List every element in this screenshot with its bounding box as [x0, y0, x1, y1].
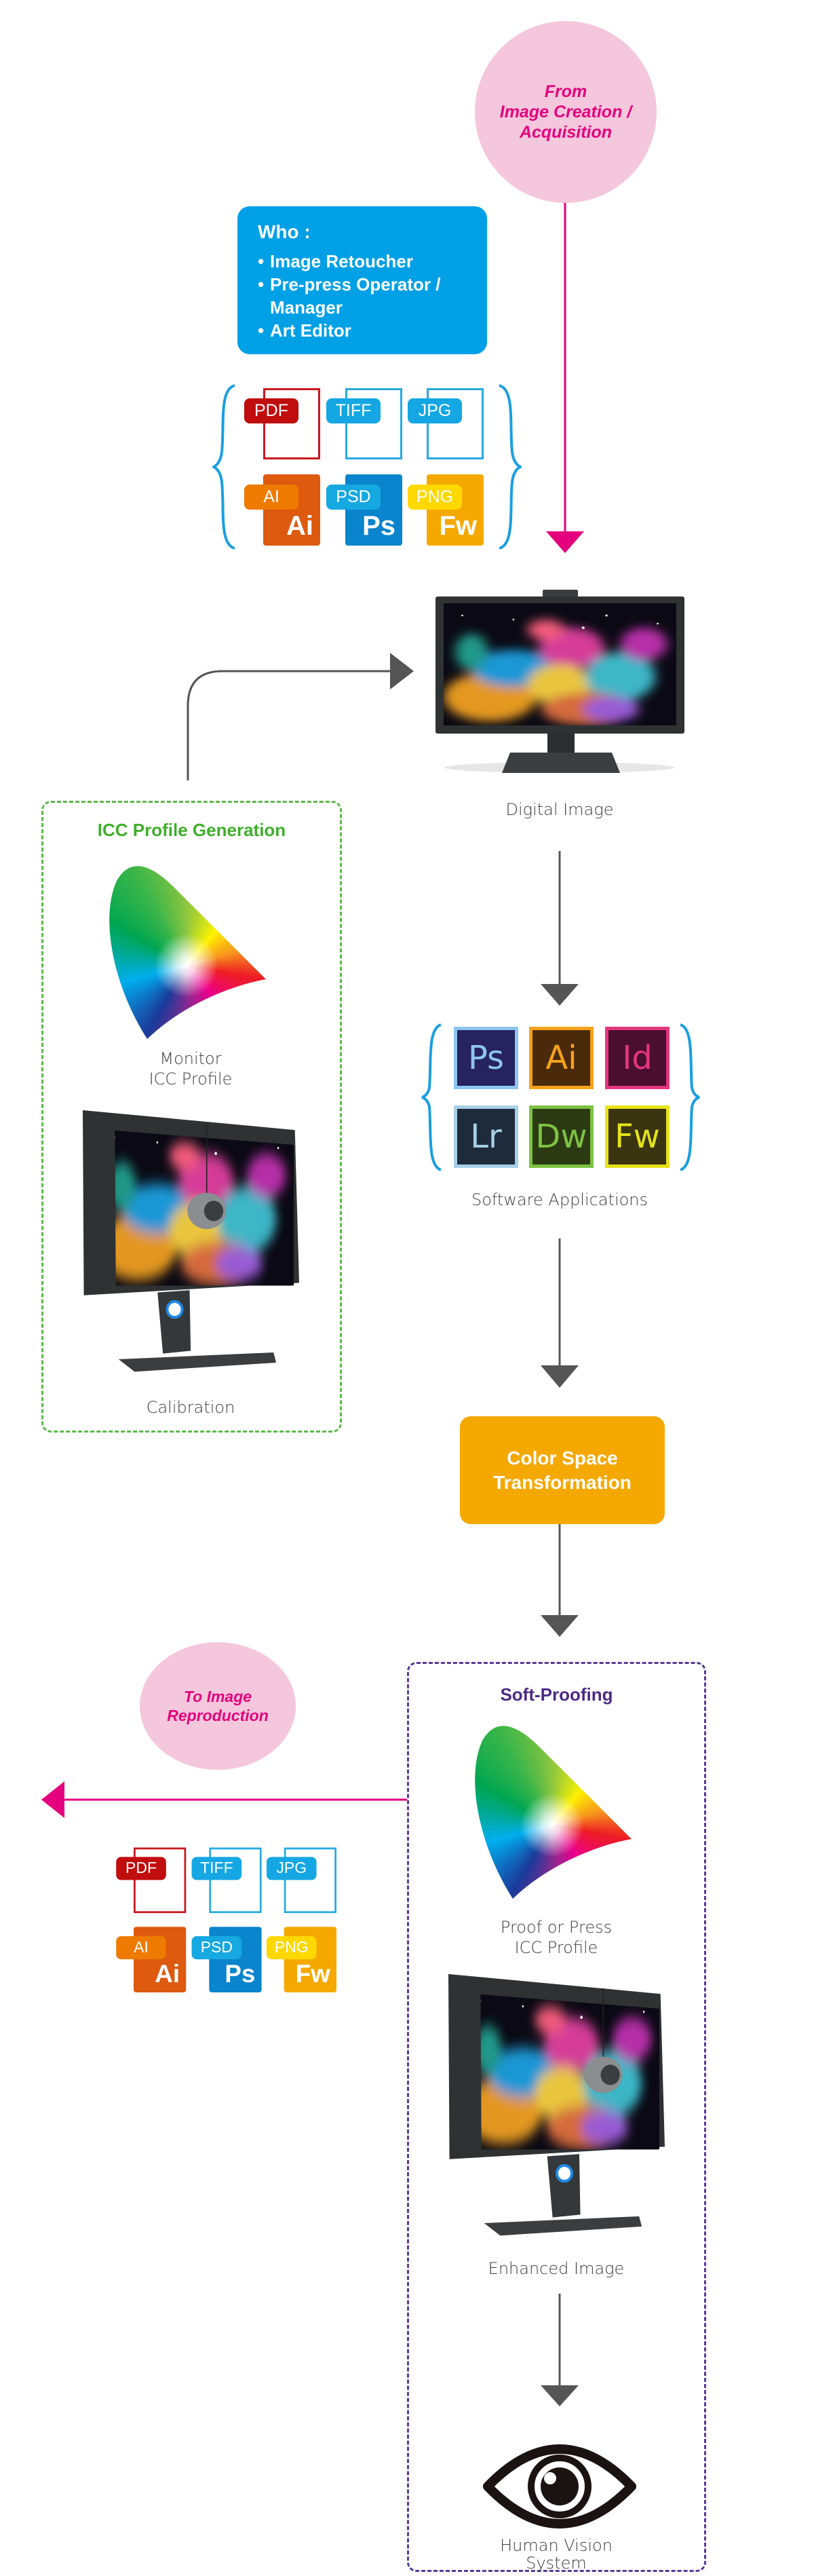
format-tag: PNG: [266, 1936, 317, 1960]
file-glyph: Ps: [362, 511, 395, 541]
input-formats: PDF TIFF JPG Ai AI Ps PSD Fw PNG: [212, 384, 522, 550]
calibration-monitor: [83, 1110, 299, 1372]
who-title: Who :: [258, 221, 311, 242]
file-glyph: Ai: [286, 511, 313, 541]
label-line: Monitor: [159, 1049, 222, 1068]
file-glyph: Fw: [295, 1961, 330, 1988]
digital-image-monitor: [435, 590, 684, 773]
arrowhead-right-gray: [390, 653, 414, 689]
enhanced-image-monitor: [448, 1974, 665, 2236]
arrowhead-down: [541, 1615, 579, 1637]
format-tag: TIFF: [326, 398, 381, 423]
label-line: System: [526, 2554, 587, 2573]
arrowhead-down-pink: [546, 531, 584, 553]
output-formats: PDF TIFF JPG Ai AI Ps PSD Fw PNG: [87, 1844, 372, 1996]
arrowhead-down: [541, 1365, 579, 1388]
file-glyph: Ps: [225, 1961, 256, 1988]
format-tag: AI: [244, 485, 298, 510]
photoshop-icon: Ps: [454, 1027, 518, 1089]
format-tag: PDF: [116, 1857, 166, 1880]
format-tag: TIFF: [191, 1857, 242, 1880]
who-box: Who : Image Retoucher Pre-press Operator…: [237, 206, 487, 354]
software-applications-label: Software Applications: [471, 1190, 648, 1209]
source-circle: From Image Creation / Acquisition: [475, 21, 657, 203]
source-line: Acquisition: [519, 123, 613, 142]
destination-line: Reproduction: [167, 1707, 269, 1724]
label-line: Color Space: [507, 1447, 618, 1469]
arrowhead-left-pink: [41, 1781, 64, 1818]
destination-line: To Image: [183, 1688, 252, 1705]
label-line: Human Vision: [500, 2536, 613, 2555]
destination-circle: To Image Reproduction: [140, 1642, 296, 1770]
who-item-continued: Manager: [270, 297, 343, 318]
color-space-transformation-box: Color Space Transformation: [460, 1416, 665, 1524]
format-tag: PNG: [408, 485, 462, 510]
format-tag: PSD: [191, 1936, 242, 1960]
file-glyph: Fw: [439, 511, 477, 541]
human-vision-label: Human Vision System: [421, 2537, 692, 2572]
arrow-icc-to-image: [187, 670, 392, 780]
fireworks-icon: Fw: [605, 1105, 670, 1168]
right-brace-icon: [499, 384, 522, 550]
soft-proofing-title: Soft-Proofing: [500, 1684, 613, 1705]
source-line: Image Creation /: [499, 102, 632, 121]
icc-generation-title: ICC Profile Generation: [97, 820, 286, 840]
right-brace-icon: [680, 1023, 700, 1171]
format-tag: PSD: [326, 485, 381, 510]
label-line: Proof or Press: [500, 1918, 613, 1937]
format-tag: PDF: [244, 398, 298, 423]
eye-icon: [483, 2444, 636, 2528]
illustrator-icon: Ai: [529, 1027, 594, 1089]
who-item: Image Retoucher: [258, 250, 487, 273]
dreamweaver-icon: Dw: [529, 1105, 594, 1168]
who-item: Art Editor: [258, 319, 487, 342]
monitor-icc-profile-label: Monitor ICC Profile: [55, 1048, 326, 1089]
label-line: ICC Profile: [149, 1069, 233, 1088]
left-brace-icon: [421, 1023, 442, 1171]
left-brace-icon: [212, 384, 235, 550]
indesign-icon: Id: [605, 1027, 670, 1089]
format-tag: AI: [116, 1936, 166, 1960]
label-line: Transformation: [493, 1471, 632, 1493]
proof-icc-profile-label: Proof or Press ICC Profile: [421, 1917, 692, 1958]
enhanced-image-label: Enhanced Image: [488, 2259, 625, 2278]
file-glyph: Ai: [155, 1961, 180, 1988]
who-item: Pre-press Operator /: [258, 273, 487, 296]
arrowhead-down: [541, 984, 579, 1006]
calibration-label: Calibration: [146, 1398, 235, 1417]
format-tag: JPG: [408, 398, 462, 423]
digital-image-label: Digital Image: [505, 800, 614, 819]
source-line: From: [544, 82, 587, 101]
lightroom-icon: Lr: [454, 1105, 518, 1168]
label-line: ICC Profile: [514, 1938, 598, 1957]
format-tag: JPG: [266, 1857, 317, 1880]
